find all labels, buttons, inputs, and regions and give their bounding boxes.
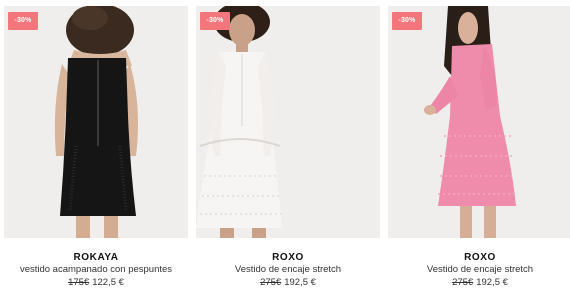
original-price: 275€	[452, 277, 474, 288]
product-price: 275€ 192,5 €	[196, 277, 380, 288]
product-brand[interactable]: ROKAYA	[4, 252, 188, 263]
sale-price: 192,5 €	[284, 277, 316, 288]
product-price: 175€ 122,5 €	[4, 277, 188, 288]
product-card[interactable]: -30% ROXO Vestido de encaje stretch 275€…	[196, 0, 380, 307]
product-card[interactable]: -30% ROXO Vestido de encaje stretch 275€…	[388, 0, 570, 307]
product-image-pink-dress[interactable]: -30%	[388, 6, 570, 238]
product-image-black-dress[interactable]: -30%	[4, 6, 188, 238]
product-grid: -30% ROKAYA vestido acampanado con pespu…	[0, 0, 570, 307]
product-price: 275€ 192,5 €	[388, 277, 570, 288]
original-price: 175€	[68, 277, 90, 288]
product-description[interactable]: vestido acampanado con pespuntes	[0, 264, 192, 275]
product-card[interactable]: -30% ROKAYA vestido acampanado con pespu…	[4, 0, 188, 307]
product-brand[interactable]: ROXO	[388, 252, 570, 263]
product-brand[interactable]: ROXO	[196, 252, 380, 263]
product-description[interactable]: Vestido de encaje stretch	[192, 264, 384, 275]
discount-badge: -30%	[200, 12, 230, 30]
discount-badge: -30%	[8, 12, 38, 30]
sale-price: 122,5 €	[92, 277, 124, 288]
original-price: 275€	[260, 277, 282, 288]
sale-price: 192,5 €	[476, 277, 508, 288]
discount-badge: -30%	[392, 12, 422, 30]
product-image-white-dress[interactable]: -30%	[196, 6, 380, 238]
product-description[interactable]: Vestido de encaje stretch	[384, 264, 570, 275]
